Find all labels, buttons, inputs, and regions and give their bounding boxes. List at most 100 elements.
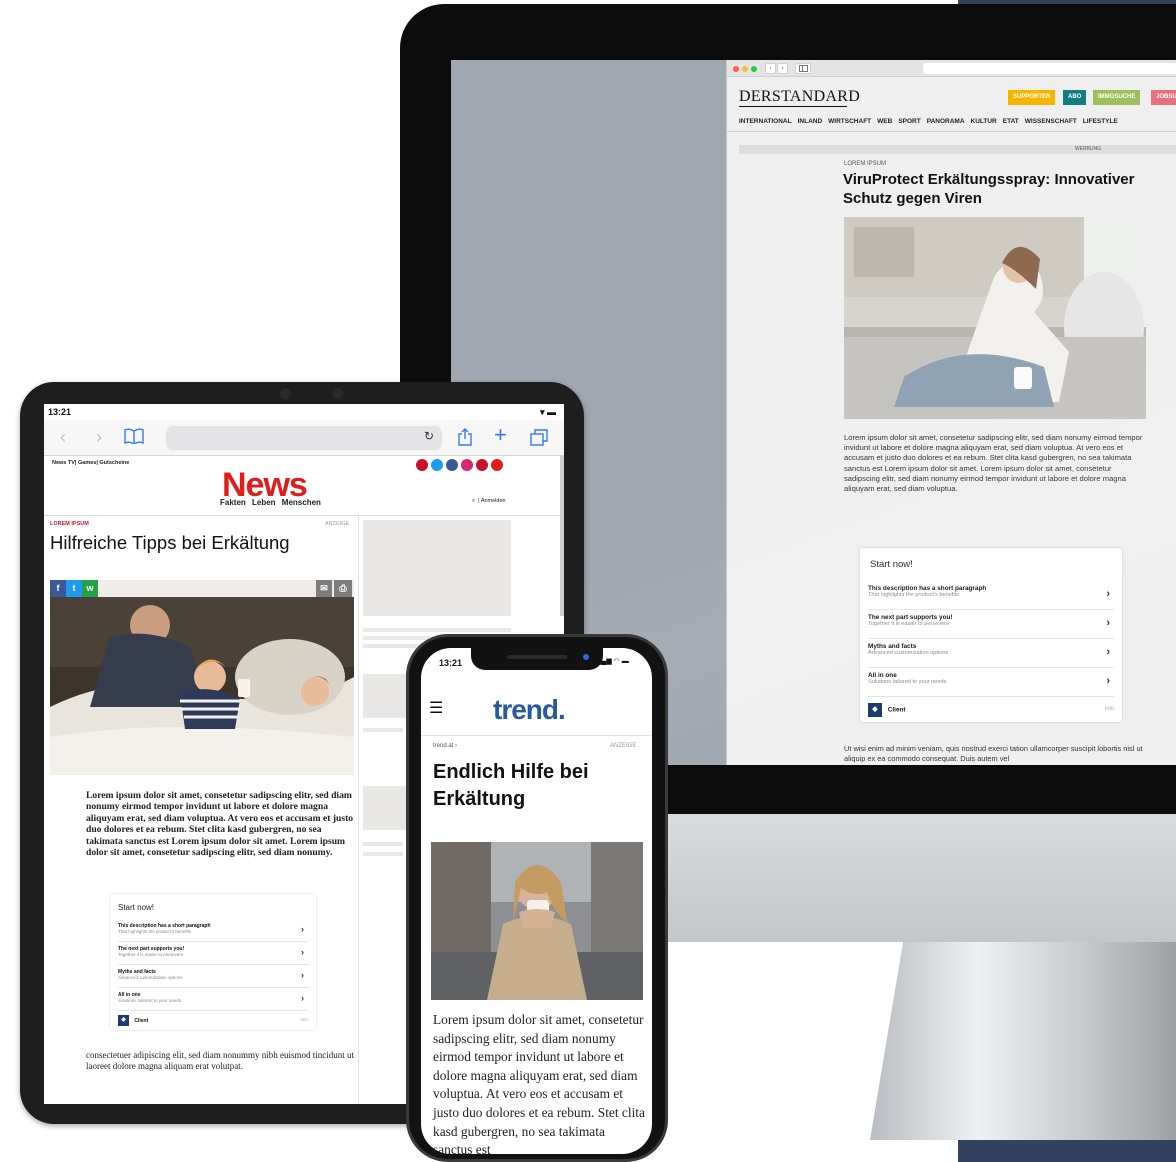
section-nav[interactable]: Fakten Leben Menschen xyxy=(220,498,321,507)
nav-item-etat[interactable]: ETAT xyxy=(1003,118,1019,125)
widget-footer: ◆ Client Info xyxy=(868,703,1114,717)
text-placeholder xyxy=(363,852,403,856)
client-label: Client xyxy=(887,706,906,714)
twitter-icon[interactable]: t xyxy=(66,580,82,597)
social-icon[interactable] xyxy=(476,459,488,471)
start-now-widget: Start now! This description has a short … xyxy=(860,548,1122,722)
widget-row[interactable]: This description has a short paragraph T… xyxy=(868,581,1114,610)
nav-item-lifestyle[interactable]: LIFESTYLE xyxy=(1083,118,1118,125)
article-body: Lorem ipsum dolor sit amet, consetetur s… xyxy=(844,433,1143,494)
imac-chin xyxy=(666,812,1176,942)
client-label: Client xyxy=(134,1017,149,1024)
zoom-window-button[interactable] xyxy=(751,66,757,72)
social-icon[interactable] xyxy=(416,459,428,471)
nav-item-inland[interactable]: INLAND xyxy=(798,118,823,125)
back-icon[interactable]: ‹ xyxy=(60,427,66,447)
widget-row-subtitle: Advanced customization options xyxy=(868,650,949,656)
info-link[interactable]: Info xyxy=(1105,706,1114,712)
chevron-right-icon: › xyxy=(301,993,304,1003)
widget-row[interactable]: This description has a short paragraph T… xyxy=(118,919,308,942)
ad-label: ANZEIGE xyxy=(325,521,350,527)
client-logo-icon: ◆ xyxy=(118,1015,129,1026)
site-logo[interactable]: DERSTANDARD xyxy=(739,88,860,106)
share-icon[interactable] xyxy=(458,428,472,450)
reload-icon[interactable]: ↻ xyxy=(424,429,434,443)
widget-row-title: This description has a short paragraph xyxy=(868,585,987,592)
print-icon[interactable]: ⎙ xyxy=(334,580,352,597)
nav-item-sport[interactable]: SPORT xyxy=(898,118,920,125)
whatsapp-icon[interactable]: w xyxy=(82,580,98,597)
search-icon[interactable]: ⌕ xyxy=(472,498,475,504)
jobsuche-button[interactable]: JOBSU xyxy=(1151,90,1176,105)
login-label[interactable]: Anmelden xyxy=(481,498,506,504)
nav-item-wissenschaft[interactable]: WISSENSCHAFT xyxy=(1025,118,1077,125)
widget-row[interactable]: Myths and facts Advanced customization o… xyxy=(868,639,1114,668)
immosuche-button[interactable]: IMMOSUCHE xyxy=(1093,90,1141,105)
forward-button[interactable]: › xyxy=(777,63,788,74)
chevron-right-icon: › xyxy=(301,947,304,957)
abo-button[interactable]: ABO xyxy=(1063,90,1087,105)
widget-row[interactable]: All in one Solutions tailored to your ne… xyxy=(118,988,308,1011)
scrollbar[interactable] xyxy=(560,456,564,616)
article-headline: ViruProtect Erkältungsspray: Innovativer… xyxy=(843,171,1135,207)
article-body-continued: consectetuer adipiscing elit, sed diam n… xyxy=(86,1050,354,1071)
widget-row[interactable]: Myths and facts Advanced customization o… xyxy=(118,965,308,988)
hamburger-menu-icon[interactable]: ☰ xyxy=(429,698,443,718)
widget-row-subtitle: Together it is easier to persevere xyxy=(868,621,950,627)
ipad-sensor xyxy=(332,388,343,399)
status-bar: 13:21 ▾ ▬ xyxy=(44,404,564,420)
text-placeholder xyxy=(363,628,511,632)
new-tab-icon[interactable]: + xyxy=(494,424,507,446)
address-bar[interactable] xyxy=(923,63,1176,74)
social-icon[interactable] xyxy=(491,459,503,471)
article-image-father-children xyxy=(50,597,354,775)
widget-row-title: Myths and facts xyxy=(868,643,917,650)
nav-item-wirtschaft[interactable]: WIRTSCHAFT xyxy=(828,118,871,125)
widget-row[interactable]: The next part supports you! Together it … xyxy=(868,610,1114,639)
mail-icon[interactable]: ✉ xyxy=(316,580,332,597)
notch xyxy=(471,648,603,670)
forward-icon[interactable]: › xyxy=(96,427,102,447)
ipad-sensor xyxy=(280,388,291,399)
nav-item-web[interactable]: WEB xyxy=(877,118,892,125)
supporter-button[interactable]: SUPPORTER xyxy=(1008,90,1056,105)
social-icon[interactable] xyxy=(461,459,473,471)
widget-row-subtitle: Advanced customization options xyxy=(118,975,183,980)
social-icon[interactable] xyxy=(446,459,458,471)
breadcrumb[interactable]: trend.at › xyxy=(433,743,457,749)
social-icon[interactable] xyxy=(431,459,443,471)
chevron-right-icon: › xyxy=(1106,675,1110,687)
chevron-right-icon: › xyxy=(301,970,304,980)
speaker xyxy=(507,655,567,659)
close-window-button[interactable] xyxy=(733,66,739,72)
sidebar-icon[interactable] xyxy=(795,63,811,74)
login-link[interactable]: ⌕ | Anmelden xyxy=(472,498,506,505)
article-headline: Hilfreiche Tipps bei Erkältung xyxy=(50,532,290,553)
camera-icon xyxy=(583,654,589,660)
info-link[interactable]: Info xyxy=(300,1017,308,1022)
nav-item-kultur[interactable]: KULTUR xyxy=(971,118,997,125)
minimize-window-button[interactable] xyxy=(742,66,748,72)
text-placeholder xyxy=(363,842,403,846)
address-bar[interactable]: ↻ xyxy=(166,426,442,450)
imac-stand xyxy=(870,920,1176,1140)
status-time: 13:21 xyxy=(439,658,463,668)
signal-wifi-battery-icon: ▂▄▆ ◠ ▬ xyxy=(596,658,629,665)
nav-item-panorama[interactable]: PANORAMA xyxy=(927,118,965,125)
safari-toolbar: ‹ › ↻ + xyxy=(44,420,564,456)
site-logo[interactable]: trend. xyxy=(493,694,566,726)
chevron-right-icon: › xyxy=(1106,588,1110,600)
nav-item-international[interactable]: INTERNATIONAL xyxy=(739,118,792,125)
tabs-icon[interactable] xyxy=(530,429,548,450)
widget-row[interactable]: The next part supports you! Together it … xyxy=(118,942,308,965)
bookmarks-icon[interactable] xyxy=(124,428,144,448)
chevron-right-icon: › xyxy=(1106,646,1110,658)
article-image-woman-sofa xyxy=(844,217,1146,419)
back-button[interactable]: ‹ xyxy=(765,63,776,74)
widget-row-subtitle: That highlights the product's benefits xyxy=(118,929,192,934)
top-links[interactable]: News TV| Games| Gutscheine xyxy=(52,460,129,466)
article-body: Lorem ipsum dolor sit amet, consetetur s… xyxy=(433,1012,645,1154)
facebook-icon[interactable]: f xyxy=(50,580,66,597)
widget-row[interactable]: All in one Solutions tailored to your ne… xyxy=(868,668,1114,697)
status-time: 13:21 xyxy=(48,407,72,417)
